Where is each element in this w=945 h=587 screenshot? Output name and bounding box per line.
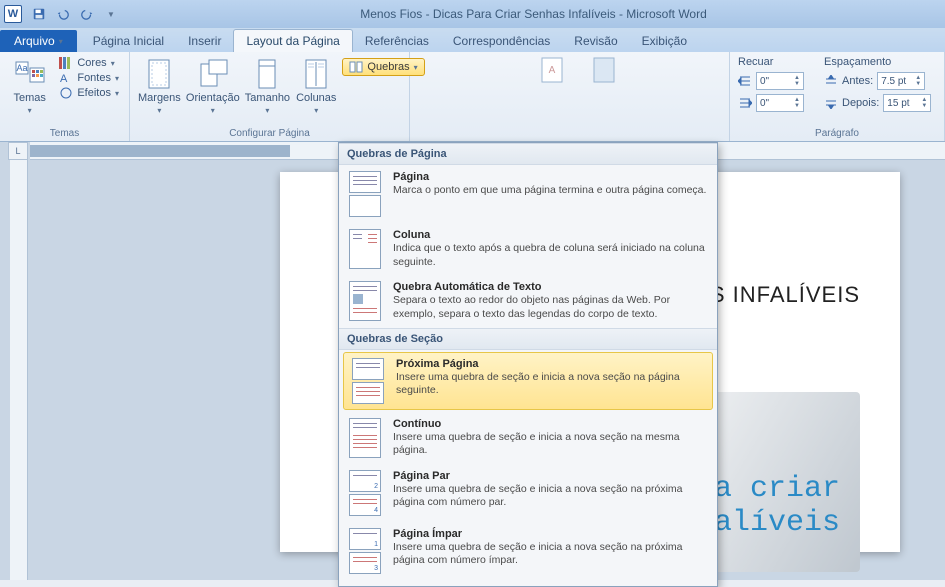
indent-left-icon: [738, 75, 752, 87]
column-break-icon: [349, 229, 383, 269]
colors-icon: [59, 57, 73, 69]
tab-file[interactable]: Arquivo▾: [0, 30, 77, 52]
page-break-icon: [349, 171, 383, 217]
vertical-ruler[interactable]: [10, 160, 28, 580]
margins-button[interactable]: Margens▾: [138, 56, 181, 115]
tab-selector[interactable]: L: [8, 142, 28, 160]
redo-button[interactable]: [76, 3, 98, 25]
save-button[interactable]: [28, 3, 50, 25]
themes-icon: Aa: [14, 58, 46, 90]
ribbon-tabs: Arquivo▾ Página Inicial Inserir Layout d…: [0, 28, 945, 52]
odd-page-section-icon: 1 3: [349, 528, 383, 574]
size-button[interactable]: Tamanho▾: [245, 56, 290, 115]
group-label-themes: Temas: [8, 126, 121, 139]
menu-section-page-breaks: Quebras de Página: [339, 143, 717, 165]
menu-item-next-page-section[interactable]: Próxima PáginaInsere uma quebra de seção…: [343, 352, 713, 410]
breaks-icon: [349, 61, 363, 73]
group-themes: Aa Temas▾ Cores▾ AFontes▾ Efeitos▾ Temas: [0, 52, 130, 141]
orientation-icon: [197, 58, 229, 90]
spacing-after-input[interactable]: Depois:15 pt▲▼: [824, 94, 931, 112]
spacing-before-icon: [824, 75, 838, 87]
columns-button[interactable]: Colunas▾: [296, 56, 336, 115]
tab-references[interactable]: Referências: [353, 30, 441, 52]
tab-mailings[interactable]: Correspondências: [441, 30, 562, 52]
watermark-icon[interactable]: A: [538, 56, 566, 84]
quick-access-toolbar: ▼: [28, 3, 122, 25]
svg-text:Aa: Aa: [16, 63, 27, 73]
even-page-section-icon: 2 4: [349, 470, 383, 516]
indent-right-icon: [738, 97, 752, 109]
svg-text:A: A: [549, 65, 556, 76]
menu-item-continuous-section[interactable]: ContínuoInsere uma quebra de seção e ini…: [339, 412, 717, 464]
window-title: Menos Fios - Dicas Para Criar Senhas Inf…: [122, 7, 945, 21]
spacing-label: Espaçamento: [824, 56, 931, 68]
indent-right-input[interactable]: 0"▲▼: [738, 94, 804, 112]
menu-item-odd-page-section[interactable]: 1 3 Página ÍmparInsere uma quebra de seç…: [339, 522, 717, 580]
tab-home[interactable]: Página Inicial: [81, 30, 176, 52]
menu-item-column-break[interactable]: ColunaIndica que o texto após a quebra d…: [339, 223, 717, 275]
spacing-before-input[interactable]: Antes:7.5 pt▲▼: [824, 72, 931, 90]
tab-review[interactable]: Revisão: [562, 30, 629, 52]
spacing-after-icon: [824, 97, 838, 109]
menu-section-section-breaks: Quebras de Seção: [339, 328, 717, 350]
word-app-icon: W: [4, 5, 22, 23]
undo-button[interactable]: [52, 3, 74, 25]
size-icon: [251, 58, 283, 90]
fonts-icon: A: [59, 72, 73, 84]
tab-page-layout[interactable]: Layout da Página: [233, 29, 352, 52]
qat-customize-button[interactable]: ▼: [100, 3, 122, 25]
theme-colors-button[interactable]: Cores▾: [57, 56, 121, 70]
breaks-dropdown-menu: Quebras de Página PáginaMarca o ponto em…: [338, 142, 718, 587]
group-page-setup: Margens▾ Orientação▾ Tamanho▾ Colunas▾ Q…: [130, 52, 410, 141]
indent-left-input[interactable]: 0"▲▼: [738, 72, 804, 90]
tab-insert[interactable]: Inserir: [176, 30, 233, 52]
theme-fonts-button[interactable]: AFontes▾: [57, 71, 121, 85]
indent-label: Recuar: [738, 56, 804, 68]
themes-button[interactable]: Aa Temas▾: [8, 56, 51, 115]
page-color-icon[interactable]: [590, 56, 618, 84]
chevron-down-icon: ▾: [59, 37, 63, 46]
title-bar: W ▼ Menos Fios - Dicas Para Criar Senhas…: [0, 0, 945, 28]
margins-icon: [143, 58, 175, 90]
text-wrap-break-icon: [349, 281, 383, 321]
orientation-button[interactable]: Orientação▾: [187, 56, 239, 115]
next-page-section-icon: [352, 358, 386, 404]
group-paragraph: Recuar 0"▲▼ 0"▲▼ Espaçamento Antes:7.5 p…: [730, 52, 945, 141]
theme-effects-button[interactable]: Efeitos▾: [57, 86, 121, 100]
group-label-page-setup: Configurar Página: [138, 126, 401, 139]
group-hidden-middle: A: [410, 52, 730, 141]
document-area: L HAS INFALÍVEIS s para criar senhas inf…: [0, 142, 945, 580]
menu-item-text-wrapping-break[interactable]: Quebra Automática de TextoSepara o texto…: [339, 275, 717, 327]
ribbon: Aa Temas▾ Cores▾ AFontes▾ Efeitos▾ Temas…: [0, 52, 945, 142]
tab-view[interactable]: Exibição: [630, 30, 699, 52]
menu-item-page-break[interactable]: PáginaMarca o ponto em que uma página te…: [339, 165, 717, 223]
columns-icon: [300, 58, 332, 90]
continuous-section-icon: [349, 418, 383, 458]
svg-text:A: A: [60, 73, 68, 84]
menu-item-even-page-section[interactable]: 2 4 Página ParInsere uma quebra de seção…: [339, 464, 717, 522]
effects-icon: [59, 87, 73, 99]
group-label-paragraph: Parágrafo: [738, 126, 936, 139]
